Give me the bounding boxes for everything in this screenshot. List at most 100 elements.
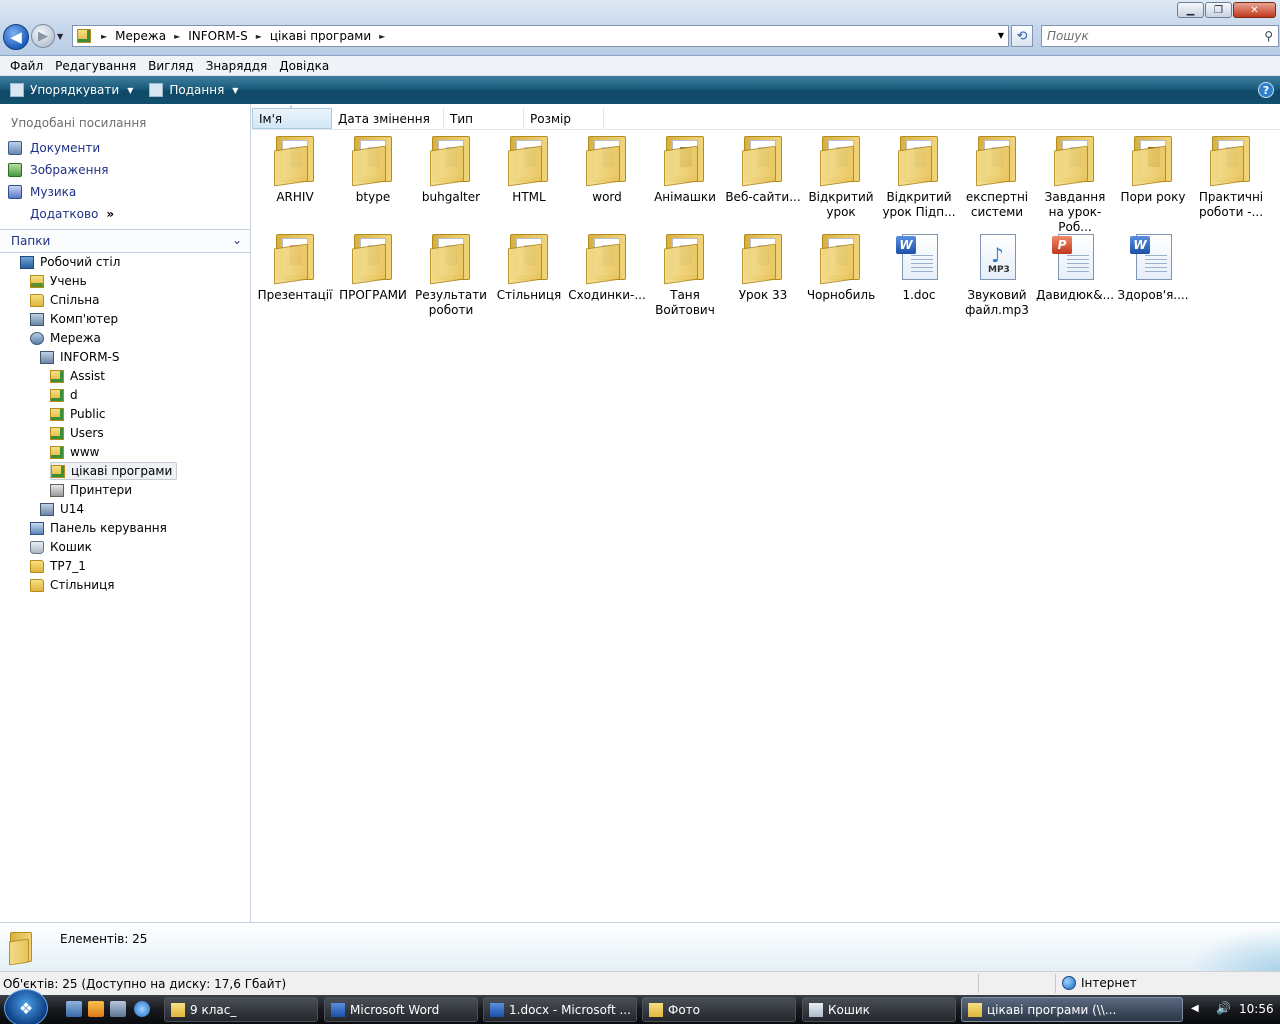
file-item[interactable]: експертні системи [958,132,1036,228]
show-hidden-icons-button[interactable]: ◀ [1191,1003,1199,1014]
file-item[interactable]: Веб-сайти... [724,132,802,228]
help-button[interactable]: ? [1258,82,1274,98]
recent-pages-dropdown[interactable]: ▼ [57,32,63,41]
file-item[interactable]: ♪ MP3 Звуковий файл.mp3 [958,230,1036,326]
file-item[interactable]: word [568,132,646,228]
file-item[interactable]: Відкритий урок [802,132,880,228]
switch-windows-icon[interactable] [110,1001,126,1017]
file-item[interactable]: Практичні роботи -... [1192,132,1270,228]
file-item[interactable]: buhgalter [412,132,490,228]
forward-button[interactable]: ▶ [31,24,55,48]
folders-header[interactable]: Папки ⌄ [0,229,250,253]
breadcrumb-current-folder[interactable]: цікаві програми [266,29,375,43]
column-size[interactable]: Розмір [524,108,604,129]
minimize-button[interactable]: ▁ [1177,2,1204,18]
tree-item[interactable]: ТР7_1 [30,557,86,575]
file-item[interactable]: Завдання на урок- Роб... [1036,132,1114,234]
file-item[interactable]: Презентації [256,230,334,326]
tree-item[interactable]: Панель керування [30,519,167,537]
breadcrumb-separator-icon[interactable]: ► [97,32,111,41]
breadcrumb-network[interactable]: Мережа [111,29,170,43]
menu-file[interactable]: Файл [4,59,49,73]
file-item[interactable]: HTML [490,132,568,228]
tree-item[interactable]: Users [50,424,104,442]
address-bar[interactable]: ► Мережа ► INFORM-S ► цікаві програми ► … [72,25,1009,47]
views-button[interactable]: Подання ▼ [143,79,244,101]
breadcrumb-computer[interactable]: INFORM-S [184,29,252,43]
tree-item-label: U14 [60,502,85,516]
file-item-label: Таня Войтович [655,288,715,317]
menu-edit[interactable]: Редагування [49,59,142,73]
search-input[interactable]: Пошук ⚲ [1041,25,1279,47]
breadcrumb-separator-icon[interactable]: ► [170,32,184,41]
address-history-dropdown[interactable]: ▼ [998,31,1004,40]
taskbar-button[interactable]: Фото [642,997,796,1022]
breadcrumb-separator-icon[interactable]: ► [375,32,389,41]
tree-item[interactable]: d [50,386,78,404]
tree-item[interactable]: Кошик [30,538,92,556]
breadcrumb-separator-icon[interactable]: ► [252,32,266,41]
file-item[interactable]: Результати роботи [412,230,490,326]
file-item[interactable]: Сходинки-... [568,230,646,326]
favorite-pictures[interactable]: Зображення [8,163,109,177]
maximize-button[interactable]: ❐ [1205,2,1232,18]
menu-help[interactable]: Довідка [273,59,335,73]
volume-icon[interactable]: 🔊 [1216,1001,1231,1015]
file-item[interactable]: W Здоров'я.... [1114,230,1192,326]
favorite-more[interactable]: Додатково » [30,207,114,221]
taskbar-button[interactable]: 9 клас_ [164,997,318,1022]
tree-item[interactable]: U14 [40,500,84,518]
tree-item[interactable]: Assist [50,367,105,385]
file-item[interactable]: Таня Войтович [646,230,724,326]
file-item[interactable]: W 1.doc [880,230,958,326]
file-item[interactable]: P Давидюк&... [1036,230,1114,326]
file-item[interactable]: ARHIV [256,132,334,228]
tree-item[interactable]: Стільниця [30,576,114,594]
file-item[interactable]: Урок 33 [724,230,802,326]
media-player-icon[interactable] [88,1001,104,1017]
refresh-button[interactable]: ⟲ [1011,25,1033,47]
tree-item[interactable]: Спільна [30,291,100,309]
tree-item[interactable]: Учень [30,272,87,290]
favorite-music[interactable]: Музика [8,185,76,199]
taskbar-button[interactable]: Кошик [802,997,956,1022]
search-icon[interactable]: ⚲ [1264,29,1273,43]
taskbar-button[interactable]: цікаві програми (\\... [961,997,1183,1022]
tree-item[interactable]: цікаві програми [50,462,178,480]
tree-item[interactable]: www [50,443,99,461]
internet-explorer-icon[interactable] [134,1001,150,1017]
file-item[interactable]: Пори року [1114,132,1192,228]
shared-folder-icon [51,464,65,478]
clock[interactable]: 10:56 [1239,1002,1274,1016]
tree-item[interactable]: Комп'ютер [30,310,118,328]
tree-item[interactable]: Принтери [50,481,132,499]
menu-tools[interactable]: Знаряддя [200,59,274,73]
file-item[interactable]: Стільниця [490,230,568,326]
taskbar-button[interactable]: Microsoft Word [324,997,478,1022]
column-name[interactable]: ˄ Ім'я [252,105,332,129]
word-badge: W [1130,236,1150,254]
organize-button[interactable]: Упорядкувати ▼ [4,79,139,101]
taskbar-button[interactable]: 1.docx - Microsoft ... [483,997,637,1022]
file-item[interactable]: Анімашки [646,132,724,228]
chevron-down-icon[interactable]: ⌄ [232,233,242,247]
show-desktop-icon[interactable] [66,1001,82,1017]
folder-icon [272,134,318,187]
favorite-documents[interactable]: Документи [8,141,100,155]
close-button[interactable]: ✕ [1233,2,1276,18]
file-item[interactable]: btype [334,132,412,228]
file-item[interactable]: Відкритий урок Підп... [880,132,958,228]
start-button[interactable]: ❖ [4,989,48,1024]
tree-item[interactable]: Мережа [30,329,101,347]
file-item[interactable]: ПРОГРАМИ [334,230,412,326]
back-button[interactable]: ◀ [3,24,29,50]
favorite-label: Музика [30,185,77,199]
tree-item-label: Assist [70,369,106,383]
tree-item[interactable]: INFORM-S [40,348,120,366]
tree-item[interactable]: Робочий стіл [20,253,120,271]
tree-item[interactable]: Public [50,405,106,423]
column-date-modified[interactable]: Дата змінення [332,108,444,129]
file-item[interactable]: Чорнобиль [802,230,880,326]
menu-view[interactable]: Вигляд [142,59,200,73]
column-type[interactable]: Тип [444,108,524,129]
